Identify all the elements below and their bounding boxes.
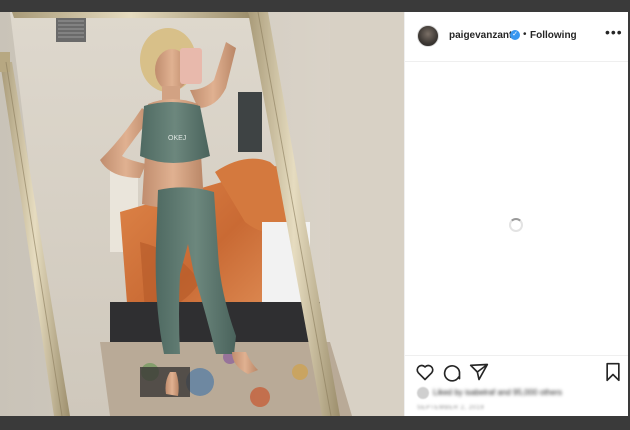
loading-spinner-icon xyxy=(509,218,523,232)
post-details-panel: paigevanzant ✓ • Following ••• Liked by … xyxy=(404,12,629,416)
top-bar xyxy=(0,0,630,12)
heart-icon[interactable] xyxy=(415,362,435,382)
bookmark-icon[interactable] xyxy=(603,362,623,382)
liker-avatar[interactable] xyxy=(417,387,429,399)
separator-dot: • xyxy=(523,29,527,40)
bottom-bar xyxy=(0,416,630,430)
post-photo[interactable]: OKEJ xyxy=(0,12,404,416)
mirror-selfie-illustration: OKEJ xyxy=(0,12,404,416)
following-button[interactable]: Following xyxy=(530,30,577,41)
username-link[interactable]: paigevanzant xyxy=(449,30,512,41)
post-timestamp: SEPTEMBER 2, 2019 xyxy=(417,405,485,411)
avatar[interactable] xyxy=(417,25,439,47)
likes-text[interactable]: Liked by isabelraf and 95,000 others xyxy=(433,388,562,397)
post-modal: OKEJ paigevanzant ✓ • Following ••• Like… xyxy=(0,0,630,430)
action-bar xyxy=(405,355,629,383)
share-icon[interactable] xyxy=(469,362,489,382)
comment-icon[interactable] xyxy=(442,362,462,382)
more-options-icon[interactable]: ••• xyxy=(605,24,623,40)
bra-logo-text: OKEJ xyxy=(168,135,186,142)
verified-badge-icon: ✓ xyxy=(510,30,520,40)
post-header: paigevanzant ✓ • Following ••• xyxy=(405,12,629,62)
